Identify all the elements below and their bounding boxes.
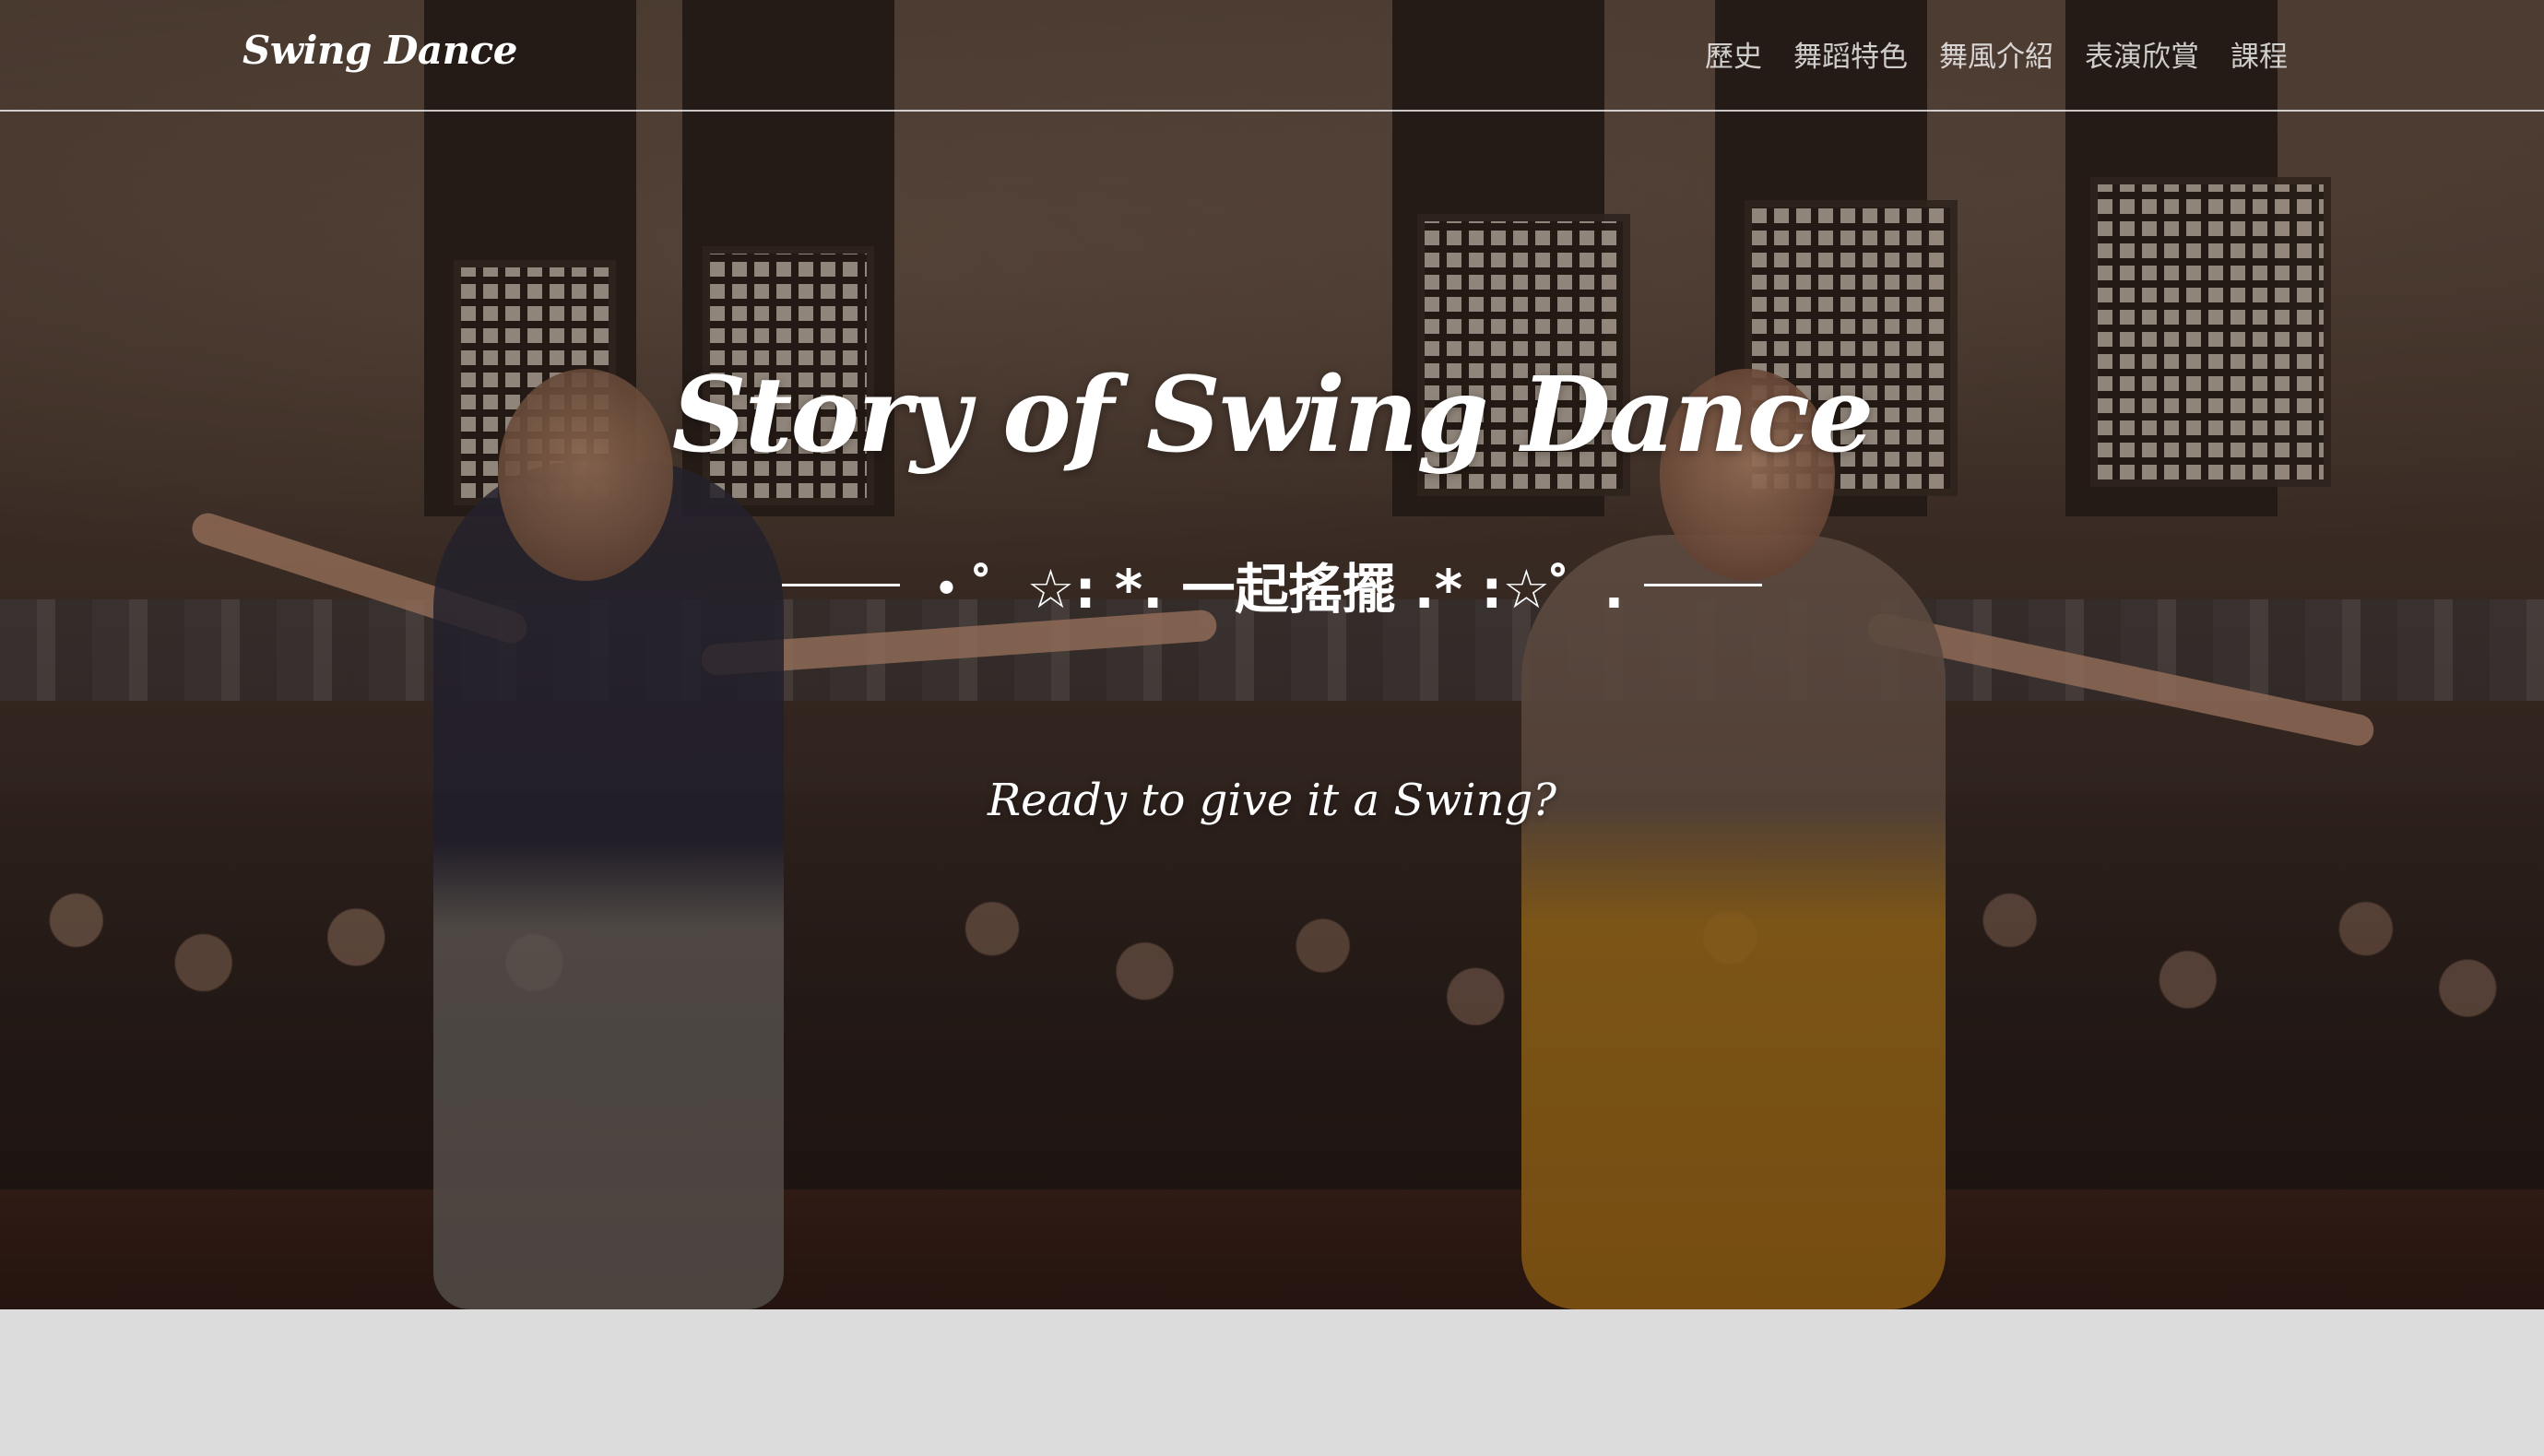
- hero-title: Story of Swing Dance: [671, 355, 1874, 476]
- nav-link-features[interactable]: 舞蹈特色: [1793, 33, 1908, 75]
- hero-divider: ・゜☆: *. 一起搖擺 .* :☆゜.: [0, 546, 2544, 623]
- nav-links: 歷史 舞蹈特色 舞風介紹 表演欣賞 課程: [1705, 33, 2288, 75]
- navbar: Swing Dance 歷史 舞蹈特色 舞風介紹 表演欣賞 課程: [0, 0, 2544, 112]
- hero-subtitle: Ready to give it a Swing?: [987, 775, 1557, 826]
- divider-line-right: [1644, 583, 1763, 586]
- below-hero-section: [0, 1309, 2544, 1456]
- nav-link-courses[interactable]: 課程: [2230, 33, 2288, 75]
- nav-link-styles[interactable]: 舞風介紹: [1939, 33, 2053, 75]
- hero-divider-text: ・゜☆: *. 一起搖擺 .* :☆゜.: [919, 558, 1625, 621]
- brand-logo-link[interactable]: Swing Dance: [243, 28, 517, 73]
- hero-background-image: [0, 0, 2544, 1309]
- page: Swing Dance 歷史 舞蹈特色 舞風介紹 表演欣賞 課程 Story o…: [0, 0, 2544, 1456]
- divider-line-left: [781, 583, 900, 586]
- nav-link-performances[interactable]: 表演欣賞: [2085, 33, 2199, 75]
- nav-link-history[interactable]: 歷史: [1705, 33, 1762, 75]
